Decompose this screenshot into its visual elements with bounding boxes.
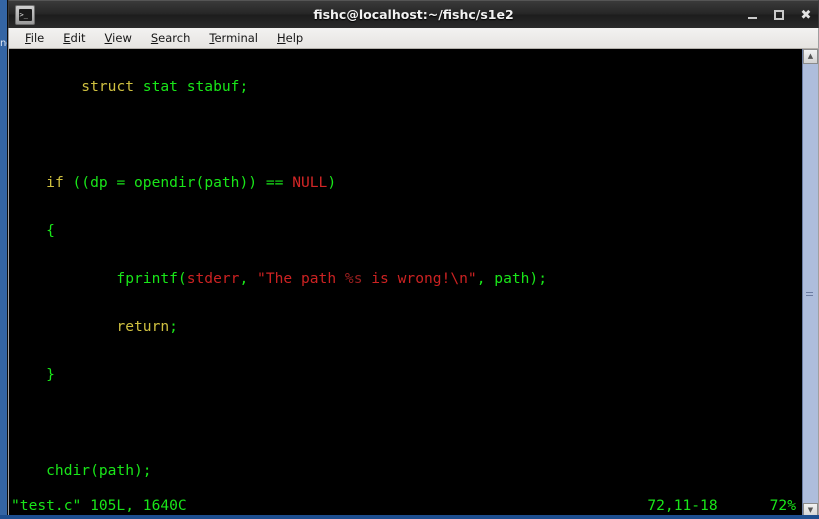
terminal-icon-glyph: >_ (18, 8, 32, 21)
maximize-button[interactable] (771, 7, 787, 23)
minimize-icon (747, 17, 757, 19)
window-controls: ✖ (744, 1, 814, 29)
code-line: } (11, 366, 55, 383)
scrollbar-grip-icon (806, 292, 813, 297)
menu-item-terminal[interactable]: Terminal (201, 30, 266, 46)
terminal-body: struct stat stabuf; if ((dp = opendir(pa… (8, 49, 819, 519)
menubar: File Edit View Search Terminal Help (8, 28, 819, 49)
window-titlebar[interactable]: >_ fishc@localhost:~/fishc/s1e2 ✖ (8, 0, 819, 28)
menu-item-search[interactable]: Search (143, 30, 199, 46)
code-area: struct stat stabuf; if ((dp = opendir(pa… (9, 51, 802, 518)
vim-editor[interactable]: struct stat stabuf; if ((dp = opendir(pa… (9, 49, 802, 518)
terminal-icon: >_ (15, 4, 35, 25)
scroll-up-button[interactable]: ▲ (803, 49, 818, 64)
minimize-button[interactable] (744, 7, 760, 23)
scrollbar-thumb[interactable] (803, 64, 818, 503)
menu-item-view[interactable]: View (97, 30, 140, 46)
window-bottom-edge (0, 515, 819, 519)
code-line: { (11, 222, 55, 239)
close-button[interactable]: ✖ (798, 7, 814, 23)
terminal-scrollbar[interactable]: ▲ ▼ (802, 49, 818, 518)
screen: ne >_ fishc@localhost:~/fishc/s1e2 ✖ Fil… (0, 0, 819, 519)
maximize-icon (774, 10, 784, 20)
menu-item-help[interactable]: Help (269, 30, 311, 46)
window-title: fishc@localhost:~/fishc/s1e2 (313, 7, 514, 22)
terminal-window: >_ fishc@localhost:~/fishc/s1e2 ✖ File E… (8, 0, 819, 519)
code-line: fprintf(stderr, "The path %s is wrong!\n… (11, 270, 548, 287)
menu-item-file[interactable]: File (17, 30, 52, 46)
code-line: if ((dp = opendir(path)) == NULL) (46, 174, 337, 191)
code-line: return; (116, 318, 178, 335)
close-icon: ✖ (800, 7, 812, 23)
scrollbar-track[interactable] (803, 64, 818, 503)
code-line: chdir(path); (11, 462, 152, 479)
menu-item-edit[interactable]: Edit (55, 30, 93, 46)
code-line: struct stat stabuf; (81, 78, 249, 95)
